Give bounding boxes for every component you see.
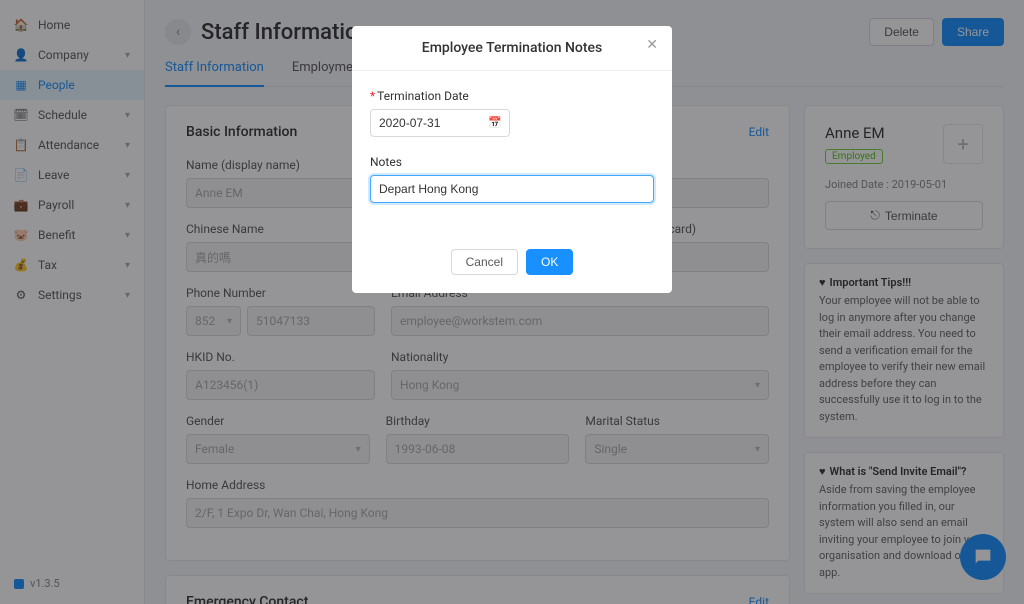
modal-title: Employee Termination Notes [422,40,602,56]
notes-label: Notes [370,155,654,169]
modal-body: *Termination Date 📅 Notes [352,71,672,239]
ok-button[interactable]: OK [526,249,573,275]
modal-header: Employee Termination Notes ✕ [352,26,672,71]
modal-overlay[interactable]: Employee Termination Notes ✕ *Terminatio… [0,0,1024,604]
modal-close-button[interactable]: ✕ [646,37,658,53]
close-icon: ✕ [646,37,658,53]
termination-modal: Employee Termination Notes ✕ *Terminatio… [352,26,672,293]
calendar-icon: 📅 [488,116,502,129]
termination-date-label: *Termination Date [370,89,654,103]
required-star: * [370,89,375,103]
cancel-button[interactable]: Cancel [451,249,518,275]
notes-input[interactable] [370,175,654,203]
modal-footer: Cancel OK [352,239,672,293]
